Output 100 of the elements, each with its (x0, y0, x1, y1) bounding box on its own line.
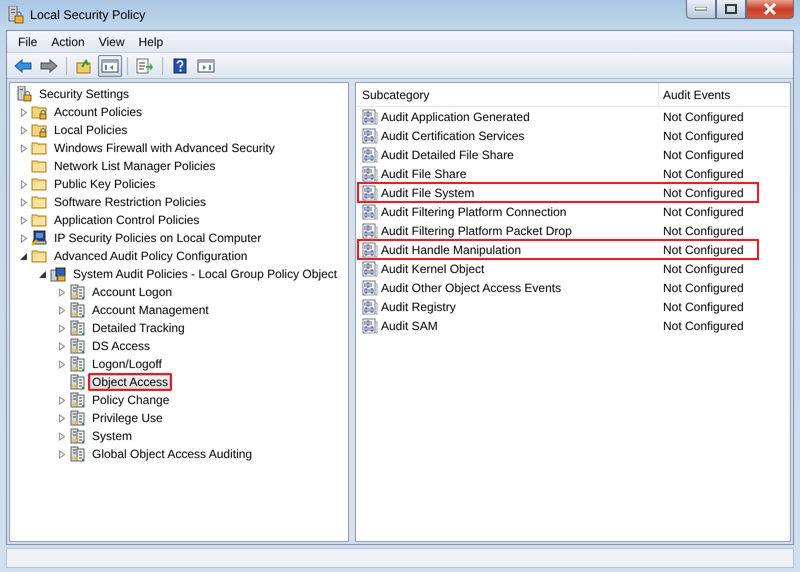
list-row[interactable]: Audit SAM Not Configured (358, 316, 790, 335)
audit-server-icon (69, 302, 85, 318)
table-cell-text: Audit Handle Manipulation (381, 242, 522, 258)
list-row[interactable]: Audit Certification Services Not Configured (358, 126, 790, 145)
tree-item[interactable]: Global Object Access Auditing (88, 445, 256, 463)
column-header[interactable]: Audit Events (659, 86, 730, 104)
tree-item[interactable]: System (88, 427, 136, 445)
menu-item[interactable]: Action (44, 32, 92, 50)
list-row[interactable]: Audit Kernel Object Not Configured (358, 259, 790, 278)
table-cell-text: Audit Application Generated (381, 108, 530, 126)
table-cell: Not Configured (663, 300, 744, 314)
table-cell: Not Configured (663, 148, 744, 162)
tree-item[interactable]: Security Settings (35, 85, 134, 103)
table-cell: Not Configured (663, 186, 744, 200)
tree-item[interactable]: Public Key Policies (50, 175, 160, 193)
column-header[interactable]: Subcategory (356, 83, 659, 106)
list-row[interactable]: Audit File Share Not Configured (358, 164, 790, 183)
audit-setting-icon (362, 280, 378, 296)
audit-server-icon (69, 356, 85, 372)
list-row[interactable]: Audit Filtering Platform Connection Not Configured (358, 202, 790, 221)
tree-item[interactable]: Privilege Use (88, 409, 167, 427)
audit-setting-icon (362, 184, 378, 200)
list-row[interactable]: Audit Filtering Platform Packet Drop Not Configured (358, 221, 790, 240)
audit-server-icon (69, 446, 85, 462)
table-cell: Not Configured (663, 224, 744, 238)
menu-item[interactable]: File (11, 32, 44, 50)
audit-setting-icon (362, 260, 378, 276)
folder-icon (31, 194, 47, 210)
tree-item[interactable]: Logon/Logoff (88, 355, 166, 373)
audit-server-icon (69, 428, 85, 444)
folder-icon (31, 140, 47, 156)
app-icon (8, 6, 24, 24)
forward-arrow-icon (40, 58, 58, 72)
folder-lock-icon (31, 104, 47, 120)
back-arrow-icon (14, 58, 32, 72)
menu-item[interactable]: Help (132, 32, 170, 50)
tree-item[interactable]: Detailed Tracking (88, 319, 189, 337)
pane-icon (101, 58, 119, 72)
table-cell: Not Configured (663, 128, 744, 142)
tree-item[interactable]: Object Access (88, 373, 172, 391)
tree-item[interactable]: System Audit Policies - Local Group Policy Object (69, 265, 342, 283)
audit-setting-icon (362, 108, 378, 124)
tree-item[interactable]: Advanced Audit Policy Configuration (50, 247, 252, 265)
audit-setting-icon (362, 128, 378, 144)
server-lock-icon (16, 86, 32, 102)
audit-setting-icon (362, 242, 378, 258)
list-row[interactable]: Audit Detailed File Share Not Configured (358, 145, 790, 164)
table-cell: Not Configured (663, 262, 744, 276)
tree-item[interactable]: DS Access (88, 337, 154, 355)
list-arrow-icon (136, 58, 154, 74)
table-cell-text: Audit File Share (381, 166, 466, 182)
audit-server-icon (69, 392, 85, 408)
policy-computer-icon (50, 266, 66, 282)
menu-item[interactable]: View (92, 32, 132, 50)
audit-setting-icon (362, 146, 378, 162)
table-cell: Not Configured (663, 318, 744, 332)
tree-item[interactable]: IP Security Policies on Local Computer (50, 229, 266, 247)
table-cell-text: Audit Registry (381, 298, 456, 316)
audit-server-icon (69, 410, 85, 426)
tree-item[interactable]: Account Logon (88, 283, 176, 301)
audit-server-icon (69, 284, 85, 300)
table-cell: Not Configured (663, 166, 744, 180)
list-row[interactable]: Audit Application Generated Not Configured (358, 107, 790, 126)
table-cell-text: Audit Filtering Platform Packet Drop (381, 222, 572, 240)
audit-setting-icon (362, 318, 378, 334)
audit-server-icon (69, 374, 85, 390)
tree-item[interactable]: Local Policies (50, 121, 132, 139)
folder-icon (31, 158, 47, 174)
list-row[interactable]: Audit Other Object Access Events Not Configured (358, 278, 790, 297)
audit-setting-icon (362, 166, 378, 182)
list-row[interactable]: Audit Registry Not Configured (358, 297, 790, 316)
show-hide-tree-button[interactable] (98, 54, 122, 76)
table-cell-text: Audit Other Object Access Events (381, 280, 562, 296)
help-icon (173, 58, 187, 74)
table-cell-text: Audit File System (381, 184, 474, 202)
audit-server-icon (69, 338, 85, 354)
list-row[interactable]: Audit Handle Manipulation Not Configured (358, 240, 758, 259)
minimize-button[interactable] (686, 0, 716, 19)
folder-icon (31, 176, 47, 192)
close-button[interactable] (746, 0, 794, 19)
tree-item[interactable]: Network List Manager Policies (50, 157, 220, 175)
table-cell: Not Configured (663, 242, 744, 256)
tree-item[interactable]: Software Restriction Policies (50, 193, 210, 211)
table-cell-text: Audit Filtering Platform Connection (381, 204, 566, 220)
table-cell-text: Audit Detailed File Share (381, 146, 514, 164)
table-cell-text: Audit SAM (381, 318, 438, 334)
folder-lock-icon (31, 122, 47, 138)
table-cell-text: Audit Kernel Object (381, 260, 484, 278)
table-cell: Not Configured (663, 110, 744, 124)
tree-item[interactable]: Account Management (88, 301, 213, 319)
folder-icon (31, 212, 47, 228)
list-row[interactable]: Audit File System Not Configured (358, 183, 758, 202)
maximize-button[interactable] (716, 0, 746, 19)
tree-item[interactable]: Windows Firewall with Advanced Security (50, 139, 279, 157)
tree-item[interactable]: Application Control Policies (50, 211, 204, 229)
maximize-icon (725, 4, 737, 14)
pane-icon (197, 58, 215, 72)
minimize-icon (695, 7, 707, 11)
tree-item[interactable]: Policy Change (88, 391, 174, 409)
tree-item[interactable]: Account Policies (50, 103, 146, 121)
